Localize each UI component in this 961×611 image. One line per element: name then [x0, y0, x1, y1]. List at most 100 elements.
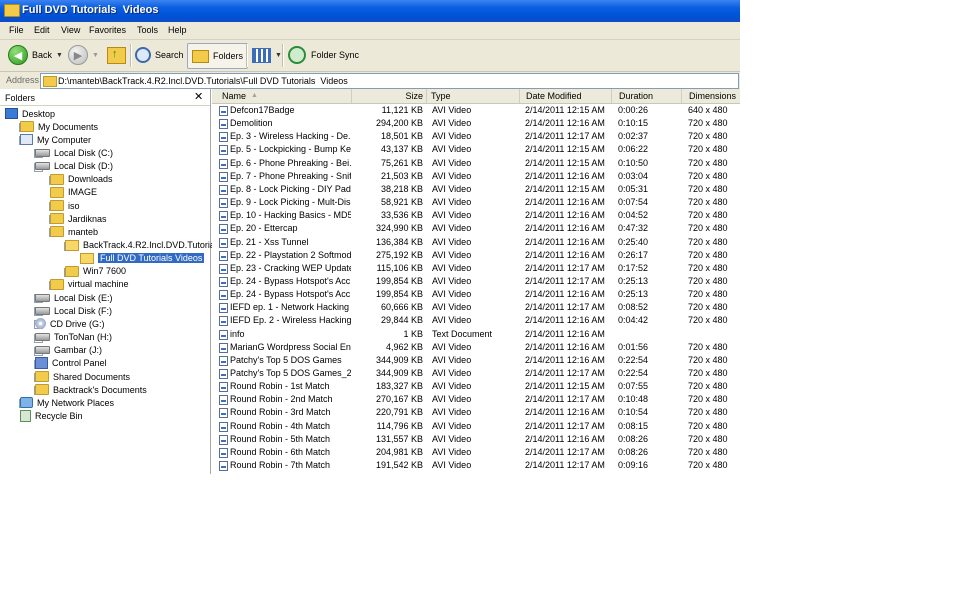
views-button[interactable]: ▼: [252, 43, 282, 67]
address-field[interactable]: D:\manteb\BackTrack.4.R2.Incl.DVD.Tutori…: [40, 73, 739, 89]
file-row[interactable]: Round Robin - 6th Match 204,981 KB AVI Vid…: [212, 446, 740, 459]
video-file-icon: [219, 158, 228, 169]
tree-item[interactable]: Jardiknas: [50, 212, 107, 225]
file-row[interactable]: Ep. 8 - Lock Picking - DIY Padl... 38,218…: [212, 183, 740, 196]
file-row[interactable]: Round Robin - 5th Match 131,557 KB AVI Vid…: [212, 433, 740, 446]
tree-item[interactable]: BackTrack.4.R2.Incl.DVD.Tutorials: [65, 239, 221, 252]
file-row[interactable]: MarianG Wordpress Social En... 4,962 KB AV…: [212, 341, 740, 354]
file-row[interactable]: Ep. 20 - Ettercap 324,990 KB AVI Video 2/14…: [212, 222, 740, 235]
explorer-window: Full DVD Tutorials Videos File Edit View…: [0, 0, 740, 474]
folder-icon: [50, 173, 64, 185]
file-name: Round Robin - 5th Match: [230, 433, 331, 444]
file-row[interactable]: Ep. 7 - Phone Phreaking - Snif... 21,503 …: [212, 170, 740, 183]
file-date-modified: 2/14/2011 12:15 AM: [525, 381, 605, 392]
dropdown-arrow-icon[interactable]: ▼: [275, 52, 282, 59]
file-row[interactable]: Round Robin - 4th Match 114,796 KB AVI Vid…: [212, 420, 740, 433]
tree-item[interactable]: Shared Documents: [35, 370, 130, 383]
menu-edit[interactable]: Edit: [34, 25, 50, 35]
tree-item[interactable]: My Network Places: [20, 396, 114, 409]
tree-item[interactable]: Gambar (J:): [35, 344, 102, 357]
dropdown-arrow-icon[interactable]: ▼: [56, 52, 63, 59]
file-dimensions: 720 x 480: [688, 262, 728, 273]
tree-item-label: manteb: [68, 226, 99, 237]
file-row[interactable]: Ep. 22 - Playstation 2 Softmod 275,192 KB…: [212, 249, 740, 262]
control-panel-icon: [35, 357, 48, 370]
tree-item[interactable]: Local Disk (E:): [35, 291, 113, 304]
tree-item[interactable]: Full DVD Tutorials Videos: [80, 252, 205, 265]
column-header-duration[interactable]: Duration: [612, 89, 682, 103]
file-row[interactable]: Patchy's Top 5 DOS Games 344,909 KB AVI Vi…: [212, 354, 740, 367]
tree-item[interactable]: My Documents: [20, 120, 98, 133]
file-row[interactable]: Ep. 23 - Cracking WEP Update 115,106 KB AV…: [212, 262, 740, 275]
tree-item[interactable]: IMAGE: [50, 186, 97, 199]
tree-item[interactable]: My Computer: [20, 133, 91, 146]
video-file-icon: [219, 355, 228, 366]
file-row[interactable]: Patchy's Top 5 DOS Games_2 344,909 KB AVI …: [212, 367, 740, 380]
tree-item[interactable]: Control Panel: [35, 357, 107, 370]
tree-item-label: TonToNan (H:): [54, 332, 113, 343]
file-row[interactable]: Round Robin - 3rd Match 220,791 KB AVI Vid…: [212, 406, 740, 419]
file-row[interactable]: IEFD ep. 1 - Network Hacking ... 60,666 K…: [212, 301, 740, 314]
file-row[interactable]: Round Robin - 2nd Match 270,167 KB AVI Vid…: [212, 393, 740, 406]
back-button[interactable]: ◀ Back ▼: [8, 43, 63, 67]
menu-view[interactable]: View: [61, 25, 80, 35]
forward-button[interactable]: ▶ ▼: [68, 43, 99, 67]
tree-item-label: CD Drive (G:): [50, 318, 105, 329]
tree-item[interactable]: Backtrack's Documents: [35, 383, 147, 396]
file-row[interactable]: IEFD Ep. 2 - Wireless Hacking ... 29,844 …: [212, 314, 740, 327]
tree-item[interactable]: Win7 7600: [65, 265, 126, 278]
tree-item[interactable]: Local Disk (D:): [35, 160, 113, 173]
menu-favorites[interactable]: Favorites: [89, 25, 126, 35]
file-dimensions: 720 x 480: [688, 236, 728, 247]
tree-item[interactable]: Recycle Bin: [20, 409, 83, 422]
column-header-type[interactable]: Type: [427, 89, 520, 103]
file-row[interactable]: Demolition 294,200 KB AVI Video 2/14/2011 1…: [212, 117, 740, 130]
file-row[interactable]: Ep. 24 - Bypass Hotspot's Acc... 199,854 …: [212, 288, 740, 301]
tree-item[interactable]: CD Drive (G:): [35, 317, 105, 330]
up-folder-button[interactable]: ↑: [107, 43, 126, 67]
tree-item[interactable]: iso: [50, 199, 80, 212]
menu-tools[interactable]: Tools: [137, 25, 158, 35]
file-row[interactable]: Ep. 21 - Xss Tunnel 136,384 KB AVI Video 2/…: [212, 236, 740, 249]
file-row[interactable]: Defcon17Badge 11,121 KB AVI Video 2/14/2011…: [212, 104, 740, 117]
menu-file[interactable]: File: [9, 25, 24, 35]
search-button[interactable]: Search: [135, 43, 184, 67]
folder-icon: [65, 265, 79, 277]
file-name: IEFD ep. 1 - Network Hacking ...: [230, 302, 351, 313]
file-duration: 0:06:22: [618, 144, 649, 155]
file-type: AVI Video: [432, 105, 472, 115]
column-label: Duration: [619, 91, 654, 101]
file-row[interactable]: info 1 KB Text Document 2/14/2011 12:16 AM: [212, 328, 740, 341]
file-row[interactable]: Ep. 10 - Hacking Basics - MD5 33,536 KB AV…: [212, 209, 740, 222]
file-row[interactable]: Ep. 24 - Bypass Hotspot's Acc... 199,854 …: [212, 275, 740, 288]
dropdown-arrow-icon[interactable]: ▼: [92, 52, 99, 59]
file-row[interactable]: Ep. 6 - Phone Phreaking - Bei... 75,261 K…: [212, 157, 740, 170]
file-row[interactable]: Ep. 3 - Wireless Hacking - De... 18,501 K…: [212, 130, 740, 143]
tree-item[interactable]: Downloads: [50, 173, 113, 186]
folder-sync-button[interactable]: Folder Sync: [288, 43, 359, 67]
column-header-size[interactable]: Size: [352, 89, 427, 103]
tree-item[interactable]: manteb: [50, 225, 98, 238]
tree-item[interactable]: Local Disk (C:): [35, 146, 113, 159]
title-bar[interactable]: Full DVD Tutorials Videos: [0, 0, 740, 22]
tree-item-label: BackTrack.4.R2.Incl.DVD.Tutorials: [83, 240, 222, 250]
close-icon[interactable]: ✕: [194, 90, 203, 103]
folder-icon: [50, 186, 64, 198]
menu-help[interactable]: Help: [168, 25, 187, 35]
file-row[interactable]: Ep. 9 - Lock Picking - Mult-Disc... 58,92…: [212, 196, 740, 209]
column-header-dimensions[interactable]: Dimensions: [682, 89, 739, 103]
tree-item-label: Jardiknas: [68, 213, 107, 224]
video-file-icon: [219, 171, 228, 182]
tree-item[interactable]: TonToNan (H:): [35, 331, 112, 344]
file-row[interactable]: Round Robin - 7th Match 191,542 KB AVI Vid…: [212, 459, 740, 472]
folders-button[interactable]: Folders: [187, 43, 249, 69]
tree-item[interactable]: Local Disk (F:): [35, 304, 112, 317]
file-date-modified: 2/14/2011 12:16 AM: [525, 118, 605, 129]
file-row[interactable]: Ep. 5 - Lockpicking - Bump Key 43,137 KB A…: [212, 143, 740, 156]
file-row[interactable]: Round Robin - 1st Match 183,327 KB AVI Vid…: [212, 380, 740, 393]
file-type: AVI Video: [432, 354, 472, 365]
tree-item[interactable]: virtual machine: [50, 278, 129, 291]
column-header-date-modified[interactable]: Date Modified: [520, 89, 612, 103]
column-header-name[interactable]: Name ▲: [212, 89, 352, 103]
tree-item[interactable]: Desktop: [5, 107, 55, 120]
